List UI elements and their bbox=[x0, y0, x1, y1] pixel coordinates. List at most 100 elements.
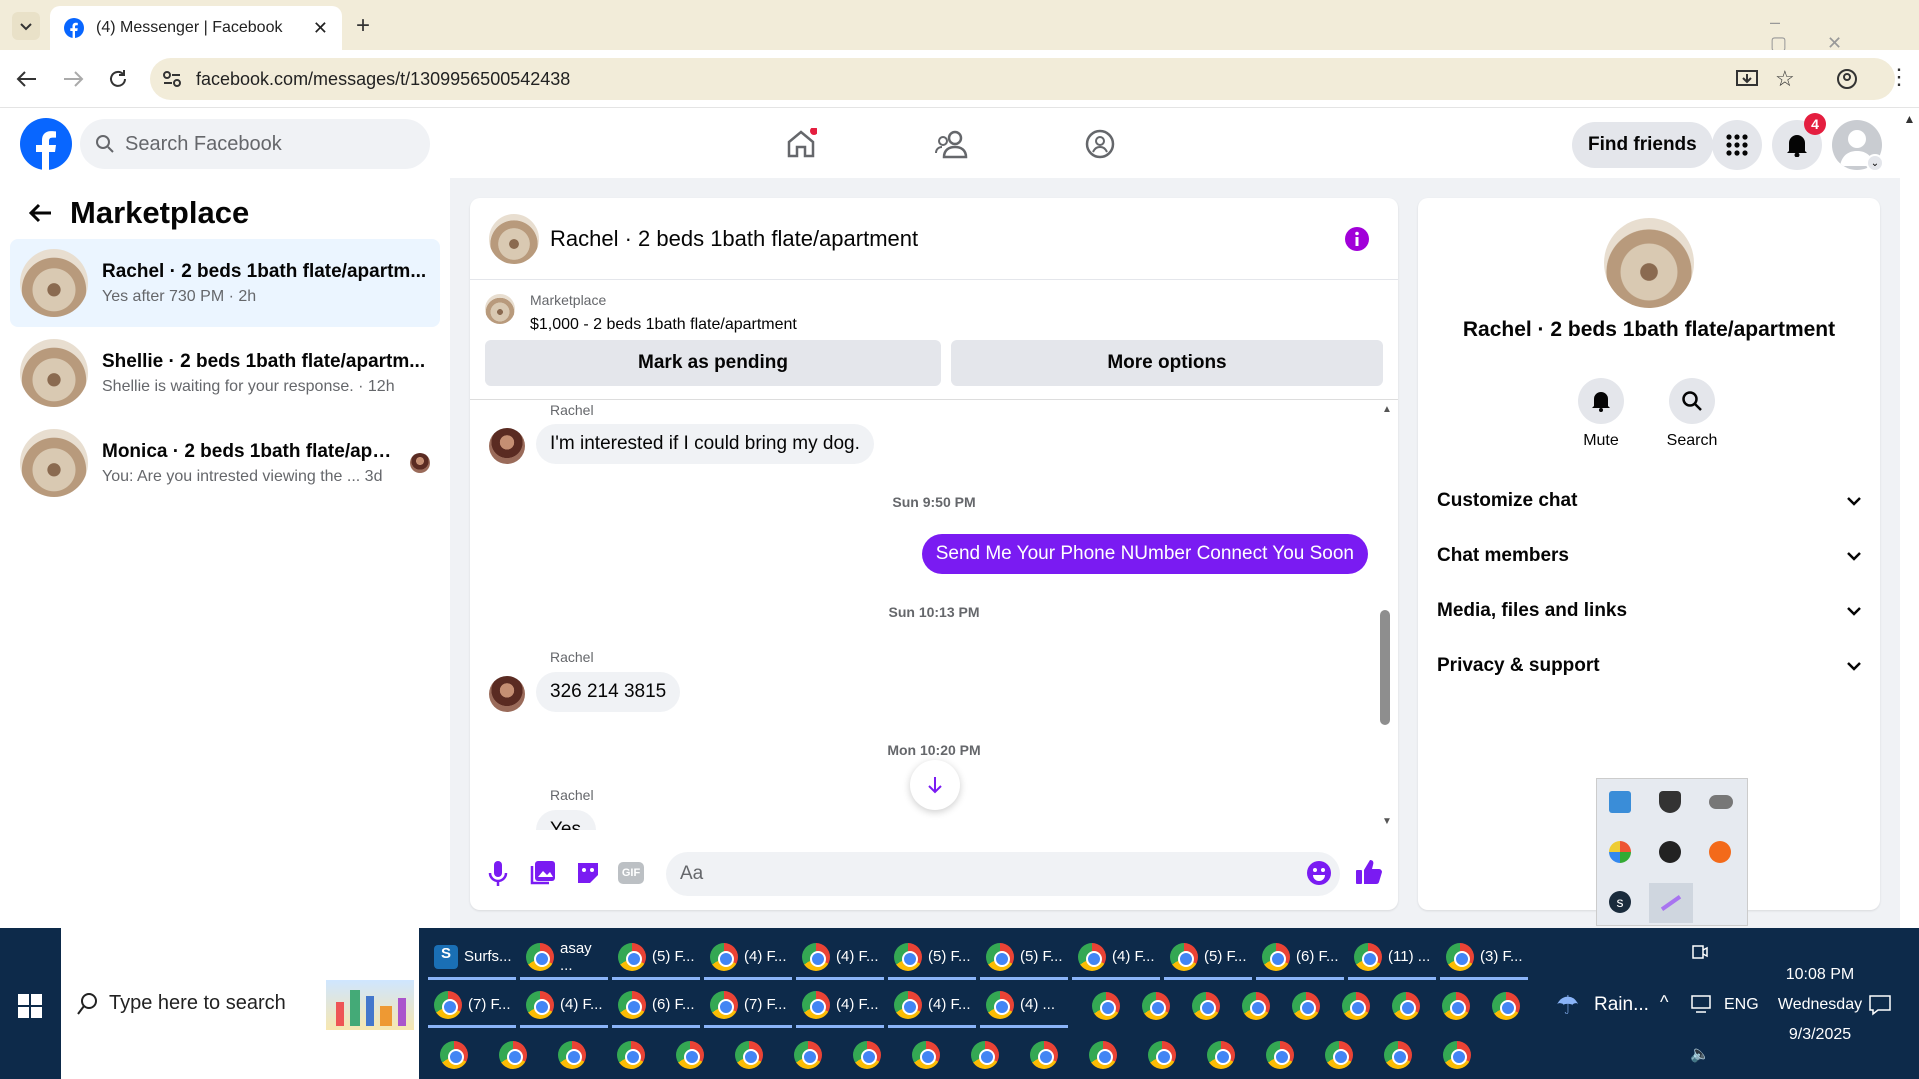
customize-chat-row[interactable]: Customize chat bbox=[1437, 490, 1862, 512]
pen-icon-highlight[interactable] bbox=[1649, 883, 1693, 923]
app-tray-icon-2[interactable] bbox=[1659, 841, 1681, 863]
profile-icon[interactable] bbox=[1836, 68, 1858, 90]
close-tab-icon[interactable]: ✕ bbox=[313, 18, 328, 39]
mute-button[interactable] bbox=[1578, 378, 1624, 424]
taskbar-chrome-window[interactable]: (4) ... bbox=[980, 984, 1068, 1028]
chrome-icon[interactable] bbox=[1148, 1041, 1176, 1069]
sender-avatar[interactable] bbox=[489, 428, 525, 464]
browser-tab[interactable]: (4) Messenger | Facebook ✕ bbox=[50, 6, 342, 50]
show-hidden-icons-chevron-icon[interactable]: ^ bbox=[1660, 992, 1668, 1013]
taskbar-chrome-window[interactable]: (4) F... bbox=[704, 936, 792, 980]
taskbar-chrome-window[interactable]: (5) F... bbox=[612, 936, 700, 980]
back-arrow-icon[interactable] bbox=[27, 202, 53, 224]
window-controls[interactable]: ‒▢✕ bbox=[1770, 12, 1919, 54]
notifications-center-icon[interactable] bbox=[1868, 994, 1892, 1016]
microphone-icon[interactable] bbox=[487, 860, 509, 888]
conversation-item-monica[interactable]: Monica · 2 beds 1bath flate/apar... You:… bbox=[10, 419, 440, 507]
taskbar-chrome-window[interactable]: (5) F... bbox=[888, 936, 976, 980]
listing-thumbnail[interactable] bbox=[485, 294, 515, 324]
chrome-icon[interactable] bbox=[676, 1041, 704, 1069]
gif-icon[interactable]: GIF bbox=[618, 862, 644, 884]
chrome-icon[interactable] bbox=[1384, 1041, 1412, 1069]
incoming-message[interactable]: I'm interested if I could bring my dog. bbox=[536, 424, 874, 464]
taskbar-chrome-window[interactable]: (4) F... bbox=[796, 984, 884, 1028]
new-tab-button[interactable]: + bbox=[356, 12, 370, 40]
chrome-icon[interactable] bbox=[1092, 992, 1120, 1020]
bookmark-star-icon[interactable]: ☆ bbox=[1775, 66, 1795, 92]
taskbar-chrome-window[interactable]: (5) F... bbox=[1164, 936, 1252, 980]
chrome-icon[interactable] bbox=[912, 1041, 940, 1069]
scroll-down-arrow[interactable]: ▼ bbox=[1382, 816, 1392, 827]
taskbar-chrome-window[interactable]: (7) F... bbox=[428, 984, 516, 1028]
find-friends-button[interactable]: Find friends bbox=[1572, 122, 1713, 168]
sticker-icon[interactable] bbox=[575, 860, 601, 886]
site-settings-icon[interactable] bbox=[162, 70, 182, 88]
chrome-icon[interactable] bbox=[1192, 992, 1220, 1020]
message-input[interactable]: Aa bbox=[666, 852, 1340, 896]
sender-avatar[interactable] bbox=[489, 676, 525, 712]
reload-icon[interactable] bbox=[107, 68, 129, 90]
profile-avatar[interactable] bbox=[1604, 218, 1694, 308]
avast-icon[interactable] bbox=[1709, 841, 1731, 863]
taskbar-chrome-window[interactable]: (4) F... bbox=[1072, 936, 1160, 980]
chrome-icon[interactable] bbox=[853, 1041, 881, 1069]
conversation-item-shellie[interactable]: Shellie · 2 beds 1bath flate/apartm... S… bbox=[10, 329, 440, 417]
cloud-offline-icon[interactable] bbox=[1709, 795, 1733, 809]
chat-title[interactable]: Rachel · 2 beds 1bath flate/apartment bbox=[550, 226, 918, 252]
chrome-icon[interactable] bbox=[499, 1041, 527, 1069]
listing-detail[interactable]: $1,000 - 2 beds 1bath flate/apartment bbox=[530, 316, 797, 334]
scroll-up-arrow[interactable]: ▲ bbox=[1382, 404, 1392, 415]
facebook-search-input[interactable]: Search Facebook bbox=[80, 119, 430, 169]
taskbar-chrome-window[interactable]: (4) F... bbox=[888, 984, 976, 1028]
chrome-icon[interactable] bbox=[1292, 992, 1320, 1020]
scroll-to-bottom-button[interactable] bbox=[910, 760, 960, 810]
info-icon[interactable] bbox=[1344, 226, 1370, 252]
chrome-icon[interactable] bbox=[617, 1041, 645, 1069]
taskbar-chrome-window[interactable]: (4) F... bbox=[520, 984, 608, 1028]
taskbar-chrome-window[interactable]: (4) F... bbox=[796, 936, 884, 980]
chrome-icon[interactable] bbox=[1207, 1041, 1235, 1069]
emoji-icon[interactable] bbox=[1306, 860, 1332, 886]
more-options-button[interactable]: More options bbox=[951, 340, 1383, 386]
volume-icon[interactable]: 🔈 bbox=[1690, 1044, 1710, 1064]
system-clock[interactable]: 10:08 PM Wednesday 9/3/2025 bbox=[1760, 960, 1880, 1050]
forward-arrow-icon[interactable] bbox=[62, 69, 84, 89]
chat-members-row[interactable]: Chat members bbox=[1437, 545, 1862, 567]
windows-start-icon[interactable] bbox=[18, 994, 42, 1018]
browser-menu-icon[interactable]: ⋮ bbox=[1888, 64, 1910, 90]
security-shield-icon[interactable] bbox=[1659, 791, 1681, 813]
chrome-icon[interactable] bbox=[1392, 992, 1420, 1020]
chrome-icon[interactable] bbox=[735, 1041, 763, 1069]
chrome-icon[interactable] bbox=[558, 1041, 586, 1069]
taskbar-chrome-window[interactable]: (11) ... bbox=[1348, 936, 1436, 980]
chrome-icon[interactable] bbox=[1325, 1041, 1353, 1069]
mark-as-pending-button[interactable]: Mark as pending bbox=[485, 340, 941, 386]
account-chevron-icon[interactable]: ⌄ bbox=[1866, 154, 1884, 172]
chrome-icon[interactable] bbox=[1242, 992, 1270, 1020]
surfshark-icon[interactable]: s bbox=[1609, 891, 1631, 913]
taskbar-chrome-window[interactable]: (6) F... bbox=[612, 984, 700, 1028]
meet-now-icon[interactable] bbox=[1692, 943, 1708, 961]
taskbar-chrome-window[interactable]: (7) F... bbox=[704, 984, 792, 1028]
tab-search-button[interactable] bbox=[12, 12, 40, 40]
privacy-support-row[interactable]: Privacy & support bbox=[1437, 655, 1862, 677]
chrome-icon[interactable] bbox=[1342, 992, 1370, 1020]
menu-button[interactable] bbox=[1712, 120, 1762, 170]
chrome-icon[interactable] bbox=[1266, 1041, 1294, 1069]
chat-avatar[interactable] bbox=[489, 214, 539, 264]
incoming-message[interactable]: Yes bbox=[536, 810, 596, 830]
monitor-icon[interactable] bbox=[1609, 791, 1631, 813]
weather-umbrella-icon[interactable]: ☂ bbox=[1556, 990, 1579, 1021]
photo-icon[interactable] bbox=[530, 860, 556, 886]
page-scrollbar[interactable]: ▲ bbox=[1900, 108, 1919, 928]
chrome-icon[interactable] bbox=[1030, 1041, 1058, 1069]
chat-scrollbar-thumb[interactable] bbox=[1380, 610, 1390, 725]
thumbs-up-icon[interactable] bbox=[1355, 858, 1383, 886]
app-tray-icon[interactable] bbox=[1609, 841, 1631, 863]
friends-icon[interactable] bbox=[935, 129, 969, 159]
search-in-chat-button[interactable] bbox=[1669, 378, 1715, 424]
address-bar[interactable]: facebook.com/messages/t/1309956500542438 bbox=[150, 58, 1895, 100]
facebook-logo-icon[interactable] bbox=[20, 118, 72, 170]
chrome-icon[interactable] bbox=[1142, 992, 1170, 1020]
taskbar-chrome-window[interactable]: (5) F... bbox=[980, 936, 1068, 980]
